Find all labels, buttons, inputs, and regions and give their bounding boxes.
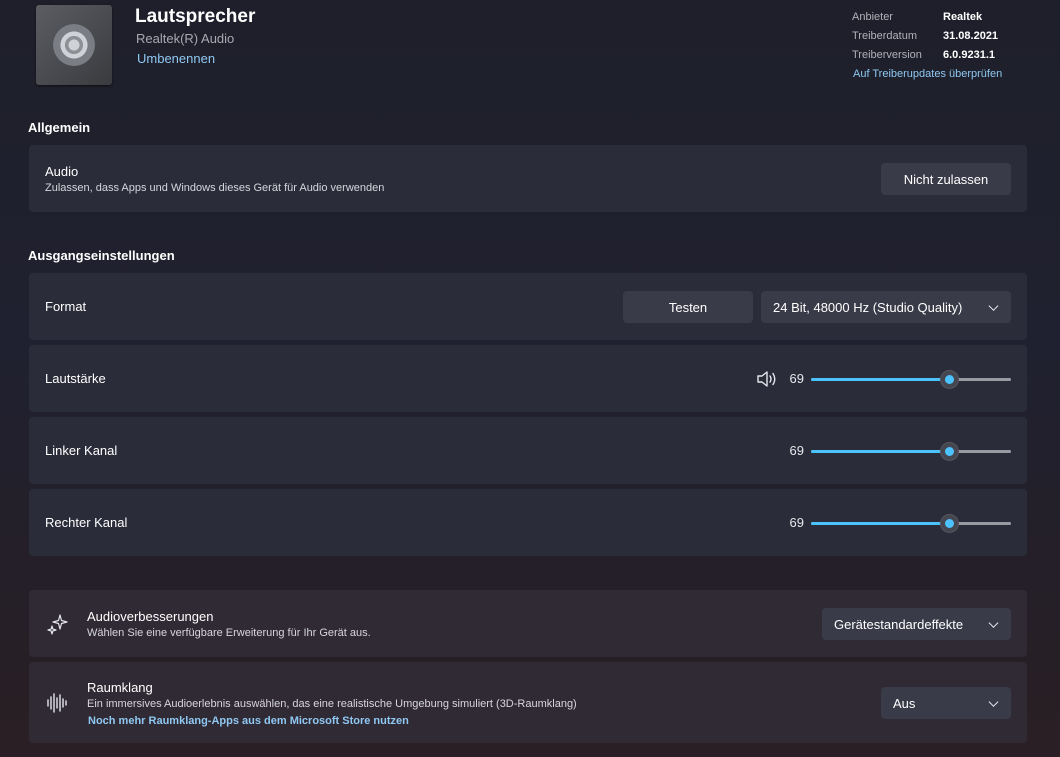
volume-card: Lautstärke 69: [29, 345, 1027, 412]
chevron-down-icon: [988, 301, 999, 311]
vendor-label: Anbieter: [852, 11, 893, 23]
chevron-down-icon: [988, 618, 999, 628]
volume-label: Lautstärke: [45, 371, 106, 386]
driver-update-link[interactable]: Auf Treiberupdates überprüfen: [853, 68, 1002, 80]
speaker-volume-icon[interactable]: [756, 369, 778, 389]
general-heading: Allgemein: [28, 120, 91, 135]
left-channel-value: 69: [789, 443, 804, 458]
enhancements-description: Wählen Sie eine verfügbare Erweiterung f…: [87, 627, 371, 639]
store-link[interactable]: Noch mehr Raumklang-Apps aus dem Microso…: [88, 715, 409, 727]
rename-link[interactable]: Umbenennen: [137, 51, 215, 66]
enhancements-card: Audioverbesserungen Wählen Sie eine verf…: [29, 590, 1027, 657]
volume-slider[interactable]: [811, 369, 1011, 389]
format-dropdown[interactable]: 24 Bit, 48000 Hz (Studio Quality): [761, 291, 1011, 323]
slider-fill: [811, 378, 949, 381]
vendor-value: Realtek: [943, 11, 983, 23]
right-channel-slider[interactable]: [811, 513, 1011, 533]
volume-value: 69: [789, 371, 804, 386]
spatial-sound-dropdown[interactable]: Aus: [881, 687, 1011, 719]
driver-version-value: 6.0.9231.1: [943, 49, 995, 61]
chevron-down-icon: [988, 697, 999, 707]
format-card: Format Testen 24 Bit, 48000 Hz (Studio Q…: [29, 273, 1027, 340]
audio-title: Audio: [45, 164, 79, 179]
enhancements-dropdown[interactable]: Gerätestandardeffekte: [822, 608, 1011, 640]
sound-wave-icon: [47, 693, 67, 713]
right-channel-card: Rechter Kanal 69: [29, 489, 1027, 556]
left-channel-label: Linker Kanal: [45, 443, 118, 458]
audio-card: Audio Zulassen, dass Apps und Windows di…: [29, 145, 1027, 212]
spatial-sound-description: Ein immersives Audioerlebnis auswählen, …: [87, 698, 577, 710]
disallow-audio-button[interactable]: Nicht zulassen: [881, 163, 1011, 195]
spatial-sound-dropdown-value: Aus: [893, 695, 916, 711]
output-heading: Ausgangseinstellungen: [28, 248, 175, 263]
right-channel-label: Rechter Kanal: [45, 515, 128, 530]
sparkle-icon: [47, 614, 68, 635]
slider-thumb[interactable]: [941, 515, 958, 532]
slider-thumb[interactable]: [941, 371, 958, 388]
driver-date-value: 31.08.2021: [943, 30, 999, 42]
device-name: Lautsprecher: [135, 6, 256, 27]
slider-thumb[interactable]: [941, 443, 958, 460]
format-label: Format: [45, 299, 87, 314]
enhancements-dropdown-value: Gerätestandardeffekte: [834, 616, 964, 632]
slider-fill: [811, 522, 949, 525]
speaker-device-icon: [36, 5, 112, 85]
spatial-sound-card: Raumklang Ein immersives Audioerlebnis a…: [29, 662, 1027, 743]
enhancements-title: Audioverbesserungen: [87, 609, 214, 624]
format-dropdown-value: 24 Bit, 48000 Hz (Studio Quality): [773, 299, 963, 315]
audio-description: Zulassen, dass Apps und Windows dieses G…: [45, 182, 385, 194]
test-button[interactable]: Testen: [623, 291, 753, 323]
left-channel-card: Linker Kanal 69: [29, 417, 1027, 484]
speaker-cone: [53, 24, 95, 66]
device-subtitle: Realtek(R) Audio: [136, 31, 235, 46]
spatial-sound-title: Raumklang: [87, 680, 153, 695]
slider-fill: [811, 450, 949, 453]
left-channel-slider[interactable]: [811, 441, 1011, 461]
driver-date-label: Treiberdatum: [852, 30, 918, 42]
driver-version-label: Treiberversion: [852, 49, 922, 61]
right-channel-value: 69: [789, 515, 804, 530]
